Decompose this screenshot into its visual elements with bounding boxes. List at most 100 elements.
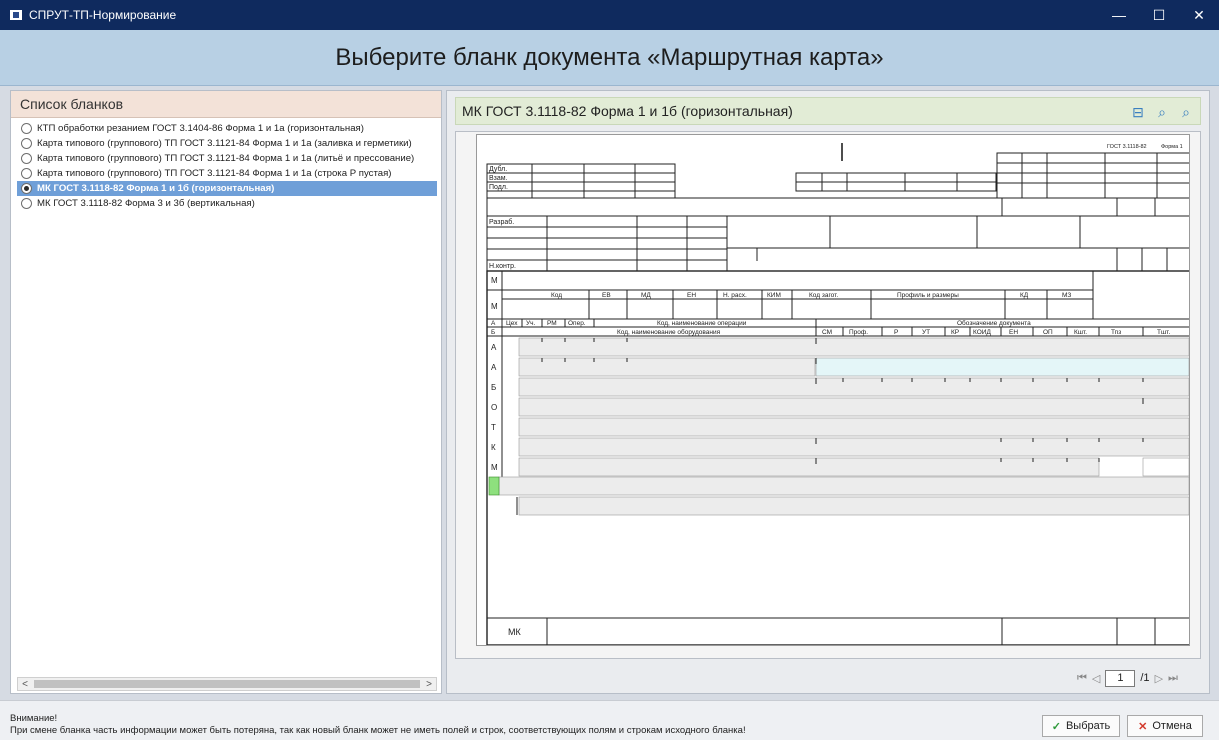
form-row-m1: М	[491, 276, 498, 285]
form-label-razrab: Разраб.	[489, 218, 514, 226]
form-col-md: МД	[641, 292, 651, 299]
form-row-letter: А	[491, 363, 497, 372]
form-col-nrash: Н. расх.	[723, 292, 747, 299]
minimize-button[interactable]: —	[1099, 0, 1139, 30]
form-hdr-kr: КР	[951, 329, 959, 336]
form-gost: ГОСТ 3.1118-82	[1107, 144, 1147, 150]
cross-icon: ✕	[1138, 720, 1148, 733]
close-button[interactable]: ✕	[1179, 0, 1219, 30]
form-col-kod: Код	[551, 292, 562, 299]
warning-text: При смене бланка часть информации может …	[10, 725, 746, 736]
list-item-label: Карта типового (группового) ТП ГОСТ 3.11…	[37, 138, 412, 149]
radio-button[interactable]	[21, 153, 32, 164]
form-col-kim: КИМ	[767, 292, 781, 299]
zoom-in-icon[interactable]: ⌕	[1178, 104, 1194, 120]
form-col-kod-zagot: Код загот.	[809, 292, 838, 299]
list-item[interactable]: МК ГОСТ 3.1118-82 Форма 3 и 3б (вертикал…	[17, 196, 437, 211]
dialog-footer: Внимание! При смене бланка часть информа…	[0, 700, 1219, 740]
zoom-out-icon[interactable]: ⌕	[1154, 104, 1170, 120]
list-item[interactable]: Карта типового (группового) ТП ГОСТ 3.11…	[17, 166, 437, 181]
form-hdr-sm: СМ	[822, 329, 832, 336]
form-row-letter: К	[491, 443, 496, 452]
pager: ⏮ ◁ 1 /1 ▷ ⏭	[1077, 669, 1207, 687]
form-number: Форма 1	[1161, 144, 1183, 150]
form-hdr-koid: КОИД	[973, 329, 991, 336]
maximize-button[interactable]: ☐	[1139, 0, 1179, 30]
list-item-label: КТП обработки резанием ГОСТ 3.1404-86 Фо…	[37, 123, 364, 134]
prev-page-icon[interactable]: ◁	[1092, 672, 1100, 685]
list-item-label: Карта типового (группового) ТП ГОСТ 3.11…	[37, 168, 392, 179]
form-footer-code: МК	[508, 627, 521, 637]
radio-button[interactable]	[21, 183, 32, 194]
form-hdr-op: ОП	[1043, 329, 1053, 336]
form-col-mz: МЗ	[1062, 292, 1071, 299]
next-page-icon[interactable]: ▷	[1155, 672, 1163, 685]
form-col-profile: Профиль и размеры	[897, 292, 959, 299]
form-label-vzam: Взам.	[489, 175, 508, 182]
preview-header: МК ГОСТ 3.1118-82 Форма 1 и 1б (горизонт…	[455, 97, 1201, 125]
form-col-kd: КД	[1020, 292, 1029, 299]
warning-title: Внимание!	[10, 713, 58, 724]
cancel-button-label: Отмена	[1152, 720, 1192, 732]
form-row-letter: М	[491, 463, 498, 472]
list-item-label: Карта типового (группового) ТП ГОСТ 3.11…	[37, 153, 415, 164]
radio-button[interactable]	[21, 168, 32, 179]
horizontal-scrollbar[interactable]: < >	[17, 677, 437, 691]
form-hdr-equip: Код, наименование оборудования	[617, 328, 721, 336]
blank-list: КТП обработки резанием ГОСТ 3.1404-86 Фо…	[17, 121, 437, 211]
form-hdr-rm: РМ	[547, 320, 557, 327]
fit-page-icon[interactable]: ⊟	[1130, 104, 1146, 120]
radio-button[interactable]	[21, 123, 32, 134]
check-icon: ✓	[1051, 720, 1061, 733]
form-col-ev: ЕВ	[602, 292, 611, 299]
form-row-letter: Т	[491, 423, 496, 432]
cancel-button[interactable]: ✕ Отмена	[1127, 715, 1203, 737]
list-item[interactable]: Карта типового (группового) ТП ГОСТ 3.11…	[17, 136, 437, 151]
form-hdr-uch: Уч.	[526, 320, 536, 327]
scroll-thumb[interactable]	[34, 680, 420, 688]
form-hdr-prof: Проф.	[849, 329, 868, 336]
window-title: СПРУТ-ТП-Нормирование	[29, 8, 177, 22]
scroll-left-icon[interactable]: <	[18, 678, 32, 690]
page-title: Выберите бланк документа «Маршрутная кар…	[335, 43, 884, 71]
first-page-icon[interactable]: ⏮	[1077, 672, 1087, 685]
form-row-letter: О	[491, 403, 497, 412]
form-hdr-ut: УТ	[922, 329, 930, 336]
form-row-letter: Б	[491, 383, 496, 392]
list-item-selected[interactable]: МК ГОСТ 3.1118-82 Форма 1 и 1б (горизонт…	[17, 181, 437, 196]
preview-title: МК ГОСТ 3.1118-82 Форма 1 и 1б (горизонт…	[462, 103, 793, 119]
form-hdr-en2: ЕН	[1009, 329, 1018, 336]
preview-panel: МК ГОСТ 3.1118-82 Форма 1 и 1б (горизонт…	[446, 90, 1210, 694]
app-icon	[10, 10, 22, 20]
list-item[interactable]: Карта типового (группового) ТП ГОСТ 3.11…	[17, 151, 437, 166]
radio-button[interactable]	[21, 138, 32, 149]
form-hdr-ksht: Кшт.	[1074, 329, 1087, 336]
form-hdr-doc: Обозначение документа	[957, 319, 1031, 327]
radio-button[interactable]	[21, 198, 32, 209]
form-row-m2: М	[491, 302, 498, 311]
form-label-dubl: Дубл.	[489, 165, 507, 173]
list-item[interactable]: КТП обработки резанием ГОСТ 3.1404-86 Фо…	[17, 121, 437, 136]
scroll-right-icon[interactable]: >	[422, 678, 436, 690]
form-label-podl: Подл.	[489, 184, 508, 191]
select-button[interactable]: ✓ Выбрать	[1042, 715, 1120, 737]
page-number-input[interactable]: 1	[1105, 669, 1136, 687]
blank-list-panel: Список бланков КТП обработки резанием ГО…	[10, 90, 442, 694]
last-page-icon[interactable]: ⏭	[1168, 672, 1178, 685]
blank-list-heading: Список бланков	[11, 91, 441, 118]
form-hdr-ceh: Цех	[506, 320, 518, 327]
route-card-form: ГОСТ 3.1118-82 Форма 1 Дубл. Взам. Подл.…	[486, 143, 1189, 645]
form-hdr-tpz: Тпз	[1111, 329, 1121, 336]
form-label-nkontr: Н.контр.	[489, 263, 516, 270]
list-item-label: МК ГОСТ 3.1118-82 Форма 1 и 1б (горизонт…	[37, 183, 275, 194]
form-hdr-oper-name: Код, наименование операции	[657, 320, 747, 327]
preview-frame: ГОСТ 3.1118-82 Форма 1 Дубл. Взам. Подл.…	[455, 131, 1201, 659]
form-preview: ГОСТ 3.1118-82 Форма 1 Дубл. Взам. Подл.…	[476, 134, 1190, 646]
page-total: /1	[1140, 672, 1150, 684]
list-item-label: МК ГОСТ 3.1118-82 Форма 3 и 3б (вертикал…	[37, 198, 255, 209]
dialog-header: Выберите бланк документа «Маршрутная кар…	[0, 30, 1219, 86]
form-hdr-r: Р	[894, 329, 898, 336]
form-row-letter: А	[491, 343, 497, 352]
title-bar: СПРУТ-ТП-Нормирование — ☐ ✕	[0, 0, 1219, 30]
form-hdr-a: А	[491, 320, 496, 327]
